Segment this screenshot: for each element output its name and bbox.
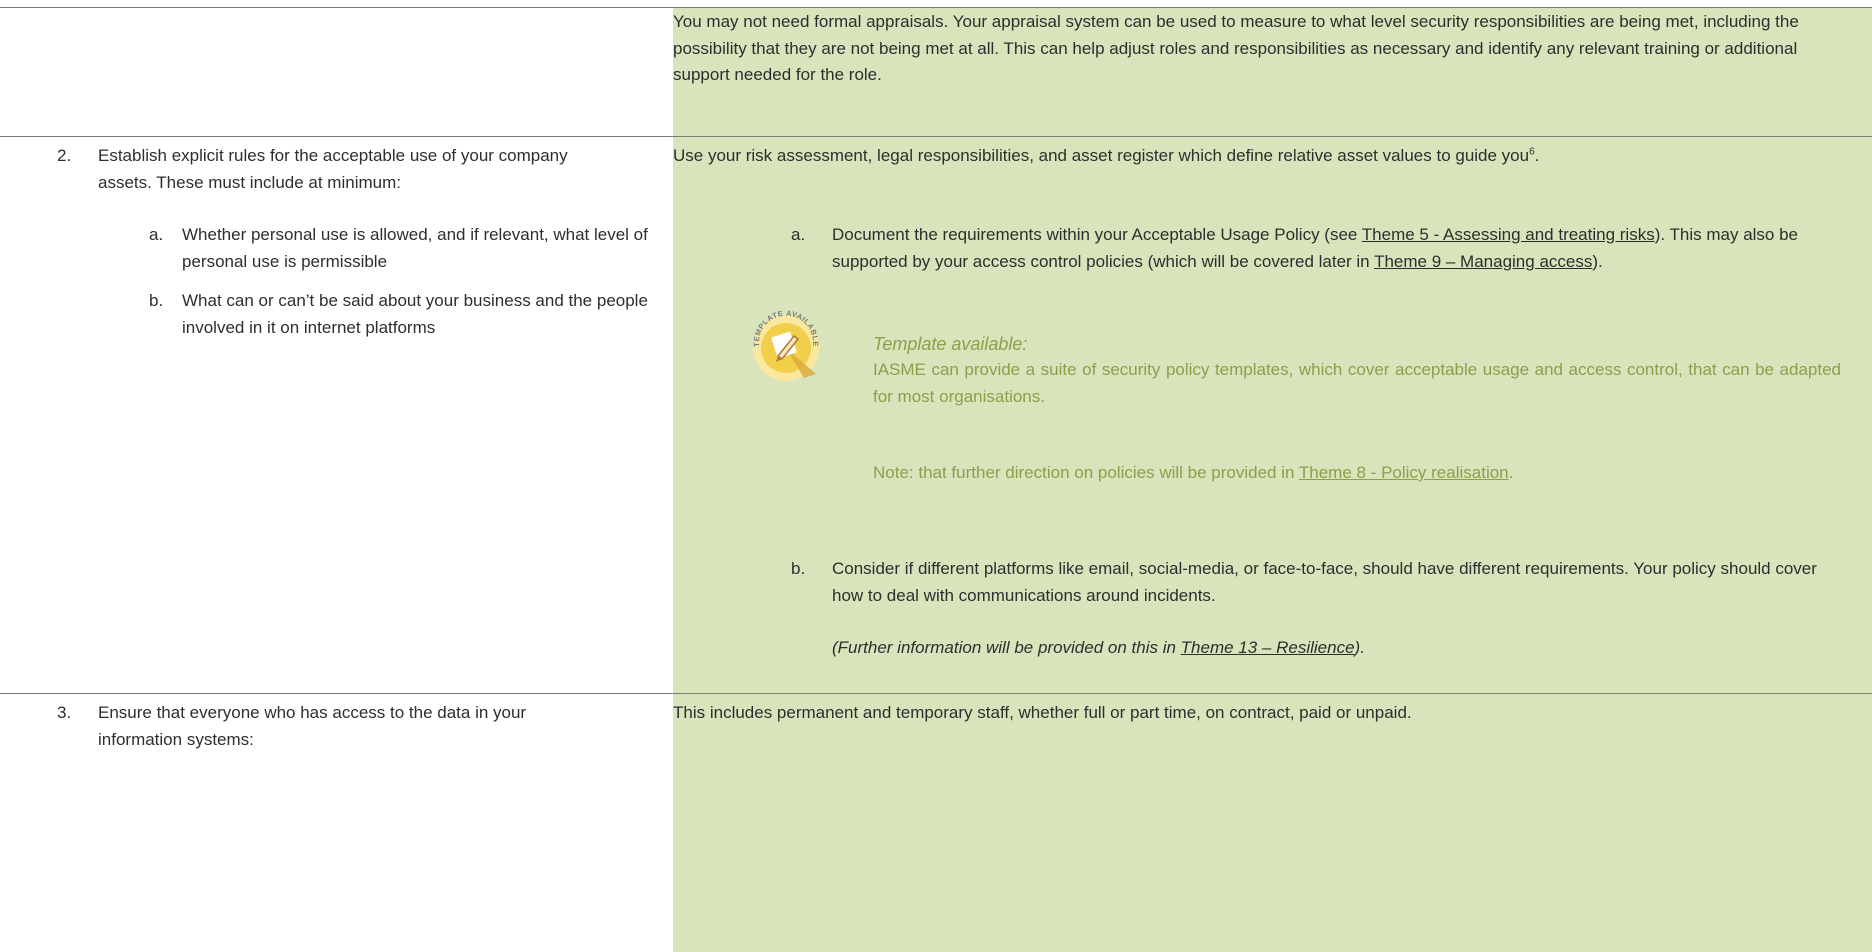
row-divider xyxy=(0,136,1872,137)
further-info-text: (Further information will be provided on… xyxy=(832,638,1181,657)
guidance-b-letter: b. xyxy=(791,559,806,578)
row2-subitem-letter: a. xyxy=(149,225,164,244)
theme9-link[interactable]: Theme 9 – Managing access xyxy=(1374,252,1592,271)
guidance-a-text-part: Document the requirements within your Ac… xyxy=(832,225,1362,244)
template-note-text: Note: that further direction on policies… xyxy=(873,463,1299,482)
further-info-end: ). xyxy=(1354,638,1365,657)
row-divider xyxy=(0,693,1872,694)
row1-guidance-text: You may not need formal appraisals. Your… xyxy=(673,12,1799,84)
guidance-a-text-part: ). xyxy=(1592,251,1603,271)
theme5-link[interactable]: Theme 5 - Assessing and treating risks xyxy=(1362,225,1655,244)
row2-subitem-text: What can or can’t be said about your bus… xyxy=(182,291,648,337)
theme13-link[interactable]: Theme 13 – Resilience xyxy=(1181,638,1355,657)
row3-number: 3. xyxy=(57,703,72,722)
template-heading: Template available: xyxy=(873,334,1028,354)
row2-subitem-text: Whether personal use is allowed, and if … xyxy=(182,225,648,271)
theme8-link[interactable]: Theme 8 - Policy realisation xyxy=(1299,463,1509,482)
row2-guidance-intro: Use your risk assessment, legal responsi… xyxy=(673,143,1853,170)
template-note: Note: that further direction on policies… xyxy=(873,460,1841,487)
template-note-end: . xyxy=(1508,463,1514,482)
row2-guidance-intro-end: . xyxy=(1534,146,1540,165)
row2-guidance-intro-text: Use your risk assessment, legal responsi… xyxy=(673,146,1530,165)
row2-requirement: Establish explicit rules for the accepta… xyxy=(98,146,568,192)
guidance-a-text: Document the requirements within your Ac… xyxy=(832,222,1837,275)
guidance-b-text: Consider if different platforms like ema… xyxy=(832,559,1817,605)
guidance-a-letter: a. xyxy=(791,225,806,244)
row-divider xyxy=(0,7,1872,8)
template-body: IASME can provide a suite of security po… xyxy=(873,360,1841,406)
row2-number: 2. xyxy=(57,146,72,165)
guidance-b-further-info: (Further information will be provided on… xyxy=(832,635,1837,662)
row2-subitem-letter: b. xyxy=(149,291,164,310)
row3-guidance: This includes permanent and temporary st… xyxy=(673,703,1412,722)
row3-requirement: Ensure that everyone who has access to t… xyxy=(98,703,527,749)
template-available-badge-icon: TEMPLATE AVAILABLE xyxy=(746,304,826,384)
